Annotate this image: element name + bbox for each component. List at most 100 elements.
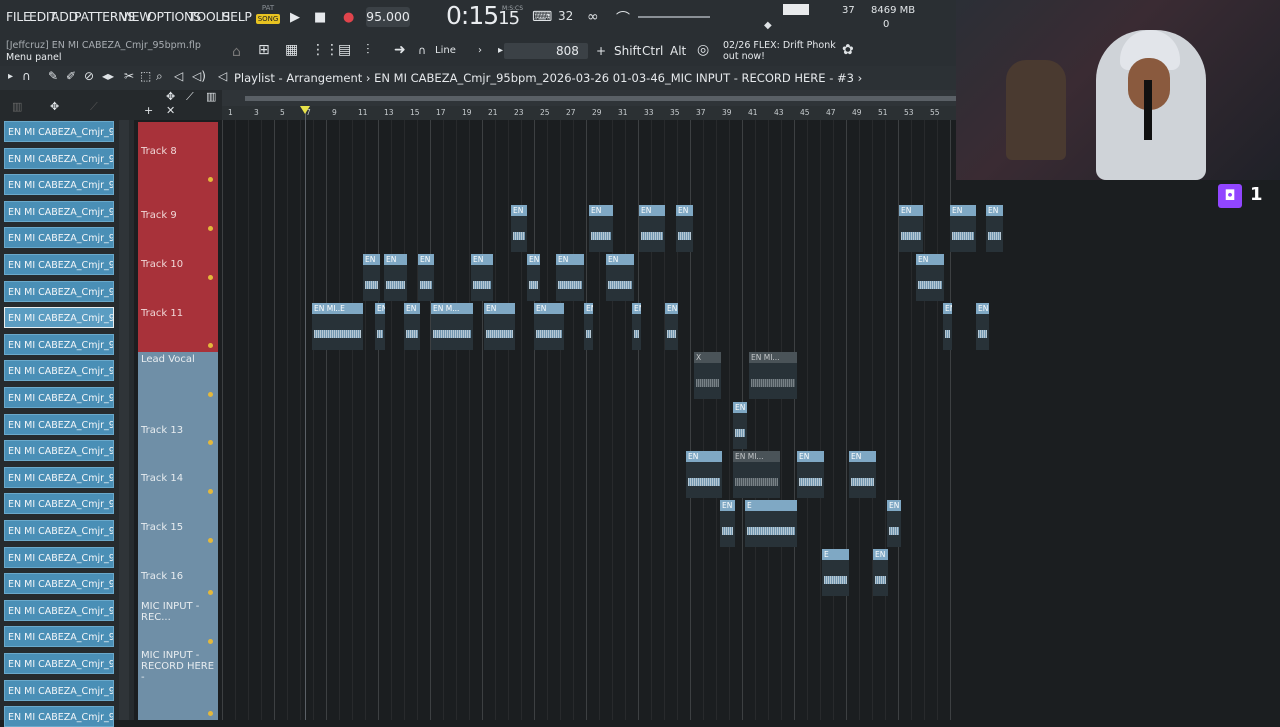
track-dot-icon[interactable] bbox=[208, 711, 213, 716]
audio-clip[interactable]: EN bbox=[632, 303, 641, 350]
news-panel[interactable]: 02/26 FLEX: Drift Phonk out now! bbox=[723, 40, 836, 62]
track-header[interactable]: Track 10 bbox=[138, 235, 218, 284]
track-header[interactable]: Track 9 bbox=[138, 186, 218, 235]
piano-roll-icon[interactable]: ▦ bbox=[285, 42, 298, 58]
audio-clip[interactable]: EN bbox=[584, 303, 593, 350]
slice-tool-icon[interactable]: ✂ bbox=[124, 69, 134, 83]
audio-clip[interactable]: EN bbox=[873, 549, 888, 596]
audio-clip[interactable]: EN bbox=[418, 254, 434, 301]
track-header[interactable]: Track 8 bbox=[138, 122, 218, 186]
move-icon[interactable]: ✥ bbox=[166, 90, 175, 103]
audio-clip[interactable]: EN M... bbox=[431, 303, 473, 350]
audio-clip[interactable]: EN bbox=[484, 303, 515, 350]
audio-clip[interactable]: EN bbox=[665, 303, 678, 350]
fl-logo-icon[interactable]: ✿ bbox=[842, 42, 854, 58]
ctrl-key[interactable]: Ctrl bbox=[642, 44, 663, 58]
audio-clip[interactable]: EN bbox=[797, 451, 824, 498]
browser-item[interactable]: EN MI CABEZA_Cmjr_95bp... bbox=[4, 599, 114, 621]
menu-file[interactable]: FILE bbox=[6, 9, 31, 24]
audio-clip[interactable]: E bbox=[822, 549, 849, 596]
track-header[interactable]: Track 16 bbox=[138, 547, 218, 599]
add-track-icon[interactable]: + bbox=[144, 104, 153, 117]
link-icon[interactable]: ⟋ bbox=[186, 90, 194, 104]
browser-item[interactable]: EN MI CABEZA_Cmjr_95bp... bbox=[4, 679, 114, 701]
audio-clip[interactable]: EN bbox=[534, 303, 564, 350]
track-dot-icon[interactable] bbox=[208, 177, 213, 182]
audio-clip[interactable]: EN bbox=[899, 205, 923, 252]
close-icon[interactable]: ✕ bbox=[166, 104, 175, 117]
loop-record-icon[interactable]: ∞ bbox=[587, 9, 599, 25]
track-dot-icon[interactable] bbox=[208, 489, 213, 494]
audio-clip[interactable]: EN bbox=[404, 303, 420, 350]
master-pitch-slider[interactable] bbox=[638, 16, 710, 18]
audio-clip[interactable]: EN bbox=[986, 205, 1003, 252]
track-header[interactable]: Track 15 bbox=[138, 498, 218, 547]
track-header[interactable]: Track 13 bbox=[138, 401, 218, 449]
snap-magnet-icon[interactable]: ∩ bbox=[22, 69, 31, 83]
audio-clip[interactable]: EN bbox=[471, 254, 493, 301]
browser-item[interactable]: EN MI CABEZA_Cmjr_95bp... bbox=[4, 360, 114, 382]
mute-tool-icon[interactable]: ◂▸ bbox=[102, 69, 114, 83]
zoom-tool-icon[interactable]: ⌕ bbox=[156, 69, 163, 84]
record-icon[interactable]: ● bbox=[343, 10, 354, 25]
browser-item[interactable]: EN MI CABEZA_Cmjr_95bp... bbox=[4, 307, 114, 329]
track-header[interactable]: Track 11 bbox=[138, 284, 218, 352]
audio-clip[interactable]: EN bbox=[527, 254, 540, 301]
browser-item[interactable]: EN MI CABEZA_Cmjr_95bp... bbox=[4, 254, 114, 275]
pattern-arrow-icon[interactable]: ▸ bbox=[498, 45, 503, 56]
browser-item[interactable]: EN MI CABEZA_Cmjr_95bp... bbox=[4, 520, 114, 541]
audio-clip[interactable]: EN bbox=[676, 205, 693, 252]
track-dot-icon[interactable] bbox=[208, 440, 213, 445]
browser-item[interactable]: EN MI CABEZA_Cmjr_95bp... bbox=[4, 626, 114, 648]
audio-clip[interactable]: EN bbox=[720, 500, 735, 547]
browser-item[interactable]: EN MI CABEZA_Cmjr_95bp... bbox=[4, 174, 114, 196]
track-header[interactable]: Track 14 bbox=[138, 449, 218, 498]
audio-clip[interactable]: EN bbox=[976, 303, 989, 350]
snap-dropdown-icon[interactable]: › bbox=[478, 45, 482, 56]
mixer-small-icon[interactable]: ▥ bbox=[206, 90, 216, 103]
tempo-wave-icon[interactable]: ⌒ bbox=[616, 8, 630, 28]
alt-key[interactable]: Alt bbox=[670, 44, 686, 58]
audio-clip[interactable]: EN bbox=[733, 402, 747, 449]
audio-clip[interactable]: EN bbox=[589, 205, 613, 252]
audio-clip[interactable]: EN MI... bbox=[749, 352, 797, 399]
audio-clip[interactable]: X bbox=[694, 352, 721, 399]
news-icon[interactable]: ◎ bbox=[697, 42, 709, 58]
playback-tool-icon[interactable]: ◁ bbox=[174, 69, 183, 83]
track-dot-icon[interactable] bbox=[208, 343, 213, 348]
audio-clip[interactable]: EN bbox=[606, 254, 634, 301]
browser-item[interactable]: EN MI CABEZA_Cmjr_95bp... bbox=[4, 387, 114, 408]
audio-clip[interactable]: EN bbox=[639, 205, 665, 252]
audio-clip[interactable]: EN MI... bbox=[733, 451, 780, 498]
track-header[interactable]: MIC INPUT - RECORD HERE - bbox=[138, 648, 218, 720]
audio-clip[interactable]: EN bbox=[950, 205, 976, 252]
browser-item[interactable]: EN MI CABEZA_Cmjr_95bp... bbox=[4, 546, 114, 568]
track-dot-icon[interactable] bbox=[208, 226, 213, 231]
browser-item[interactable]: EN MI CABEZA_Cmjr_95bp... bbox=[4, 280, 114, 302]
audio-clip[interactable]: EN bbox=[375, 303, 385, 350]
browser-item[interactable]: EN MI CABEZA_Cmjr_95bp... bbox=[4, 466, 114, 488]
menu-help[interactable]: HELP bbox=[221, 9, 252, 24]
delete-tool-icon[interactable]: ⊘ bbox=[84, 69, 94, 83]
browser-item[interactable]: EN MI CABEZA_Cmjr_95bp... bbox=[4, 227, 114, 249]
stop-icon[interactable]: ■ bbox=[314, 10, 326, 25]
playlist-icon[interactable]: ⊞ bbox=[258, 42, 270, 58]
browser-item[interactable]: EN MI CABEZA_Cmjr_95bp... bbox=[4, 653, 114, 674]
select-tool-icon[interactable]: ⬚ bbox=[140, 69, 151, 83]
browser-item[interactable]: EN MI CABEZA_Cmjr_95bp... bbox=[4, 706, 114, 727]
playlist-menu-icon[interactable]: ▸ bbox=[8, 71, 13, 82]
audio-clip[interactable]: E bbox=[745, 500, 797, 547]
browser-item[interactable]: EN MI CABEZA_Cmjr_95bp... bbox=[4, 333, 114, 355]
add-pattern-button[interactable]: + bbox=[596, 44, 606, 58]
browser-item[interactable]: EN MI CABEZA_Cmjr_95bp... bbox=[4, 573, 114, 595]
audio-clip[interactable]: EN bbox=[384, 254, 407, 301]
playhead-marker[interactable] bbox=[300, 106, 310, 114]
playhead[interactable] bbox=[305, 110, 306, 720]
typing-keyboard-icon[interactable]: ⌨ bbox=[532, 9, 552, 25]
browser-item[interactable]: EN MI CABEZA_Cmjr_95bp... bbox=[4, 121, 114, 142]
audio-clip[interactable]: EN bbox=[363, 254, 380, 301]
browser-item[interactable]: EN MI CABEZA_Cmjr_95bp... bbox=[4, 440, 114, 462]
audio-clip[interactable]: EN bbox=[511, 205, 527, 252]
tempo-display[interactable]: 95.000 bbox=[366, 7, 410, 27]
channel-rack-icon[interactable]: ⋮⋮ bbox=[311, 42, 339, 58]
